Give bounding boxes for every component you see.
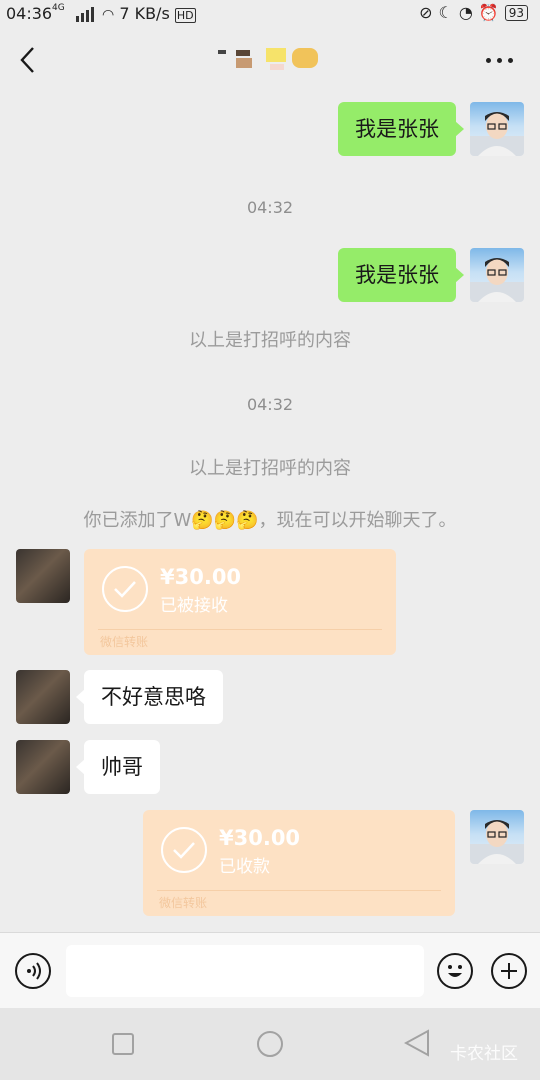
system-notice: 以上是打招呼的内容 — [189, 330, 351, 351]
transfer-card[interactable]: ¥30.00 已收款 微信转账 — [143, 810, 455, 916]
transfer-amount: ¥30.00 — [219, 826, 301, 850]
transfer-card[interactable]: ¥30.00 已被接收 微信转账 — [84, 549, 396, 655]
watermark: 卡农社区 — [450, 1044, 518, 1064]
moon-icon: ☾ — [438, 3, 453, 22]
vibrate-icon: ⊘ — [419, 3, 433, 22]
voice-icon[interactable] — [15, 953, 51, 989]
network-speed: ◠ 7 KB/s HD — [102, 4, 196, 23]
status-bar: 04:36 4G ◠ 7 KB/s HD ⊘ ☾ ◔ ⏰ 93 — [0, 0, 540, 28]
chat-header — [0, 28, 540, 92]
contact-avatar[interactable] — [16, 549, 70, 603]
thinking-emoji-icon: 🤔🤔🤔 — [191, 510, 259, 531]
emoji-icon[interactable] — [437, 953, 473, 989]
wifi-icon: ◠ — [102, 7, 115, 23]
checkmark-circle-icon — [161, 827, 207, 873]
contact-avatar[interactable] — [16, 740, 70, 794]
chat-area[interactable]: 我是张张 04:32 我是张张 以上是打招呼的内容 04:32 以上是打招呼的内… — [0, 92, 540, 932]
back-nav-icon[interactable] — [404, 1029, 430, 1057]
their-message-bubble[interactable]: 帅哥 — [76, 740, 160, 794]
my-avatar[interactable] — [470, 248, 524, 302]
battery-indicator: 93 — [504, 4, 528, 21]
message-text: 我是张张 — [355, 117, 439, 141]
portrait-illustration — [470, 258, 524, 302]
transfer-footer: 微信转账 — [159, 896, 208, 910]
timestamp: 04:32 — [246, 198, 294, 217]
timestamp: 04:32 — [246, 395, 294, 414]
my-message-bubble[interactable]: 我是张张 — [338, 248, 464, 302]
transfer-amount: ¥30.00 — [160, 565, 242, 589]
system-notice: 以上是打招呼的内容 — [189, 458, 351, 479]
transfer-status: 已被接收 — [160, 596, 228, 616]
system-nav-bar: 卡农社区 — [0, 1008, 540, 1080]
chevron-left-icon[interactable] — [14, 42, 44, 78]
more-dots-icon[interactable] — [486, 50, 518, 70]
contact-name-blurred — [218, 48, 318, 70]
speed-text: 7 KB/s — [119, 4, 170, 23]
recent-apps-icon[interactable] — [111, 1032, 135, 1056]
signal-icon — [76, 7, 94, 22]
status-time: 04:36 — [6, 4, 53, 23]
contact-avatar[interactable] — [16, 670, 70, 724]
their-message-bubble[interactable]: 不好意思咯 — [76, 670, 223, 724]
divider — [98, 629, 382, 630]
notice-text: ，现在可以开始聊天了。 — [258, 510, 457, 531]
my-avatar[interactable] — [470, 102, 524, 156]
portrait-illustration — [470, 112, 524, 156]
input-bar — [0, 932, 540, 1009]
message-text: 帅哥 — [101, 755, 143, 779]
transfer-footer: 微信转账 — [100, 635, 149, 649]
checkmark-circle-icon — [102, 566, 148, 612]
message-text: 不好意思咯 — [101, 685, 206, 709]
my-avatar[interactable] — [470, 810, 524, 864]
status-icons: ⊘ ☾ ◔ ⏰ 93 — [419, 3, 528, 22]
friend-added-notice: 你已添加了W🤔🤔🤔，现在可以开始聊天了。 — [0, 506, 540, 532]
plus-icon[interactable] — [491, 953, 527, 989]
network-type: 4G — [52, 3, 65, 13]
portrait-illustration — [470, 820, 524, 864]
notice-text: 你已添加了W — [83, 510, 192, 531]
message-input[interactable] — [66, 945, 424, 997]
home-icon[interactable] — [255, 1029, 285, 1059]
hd-badge: HD — [174, 8, 196, 23]
data-saver-icon: ◔ — [458, 3, 473, 22]
my-message-bubble[interactable]: 我是张张 — [338, 102, 464, 156]
transfer-status: 已收款 — [219, 857, 270, 877]
divider — [157, 890, 441, 891]
message-text: 我是张张 — [355, 263, 439, 287]
alarm-icon: ⏰ — [478, 3, 499, 22]
